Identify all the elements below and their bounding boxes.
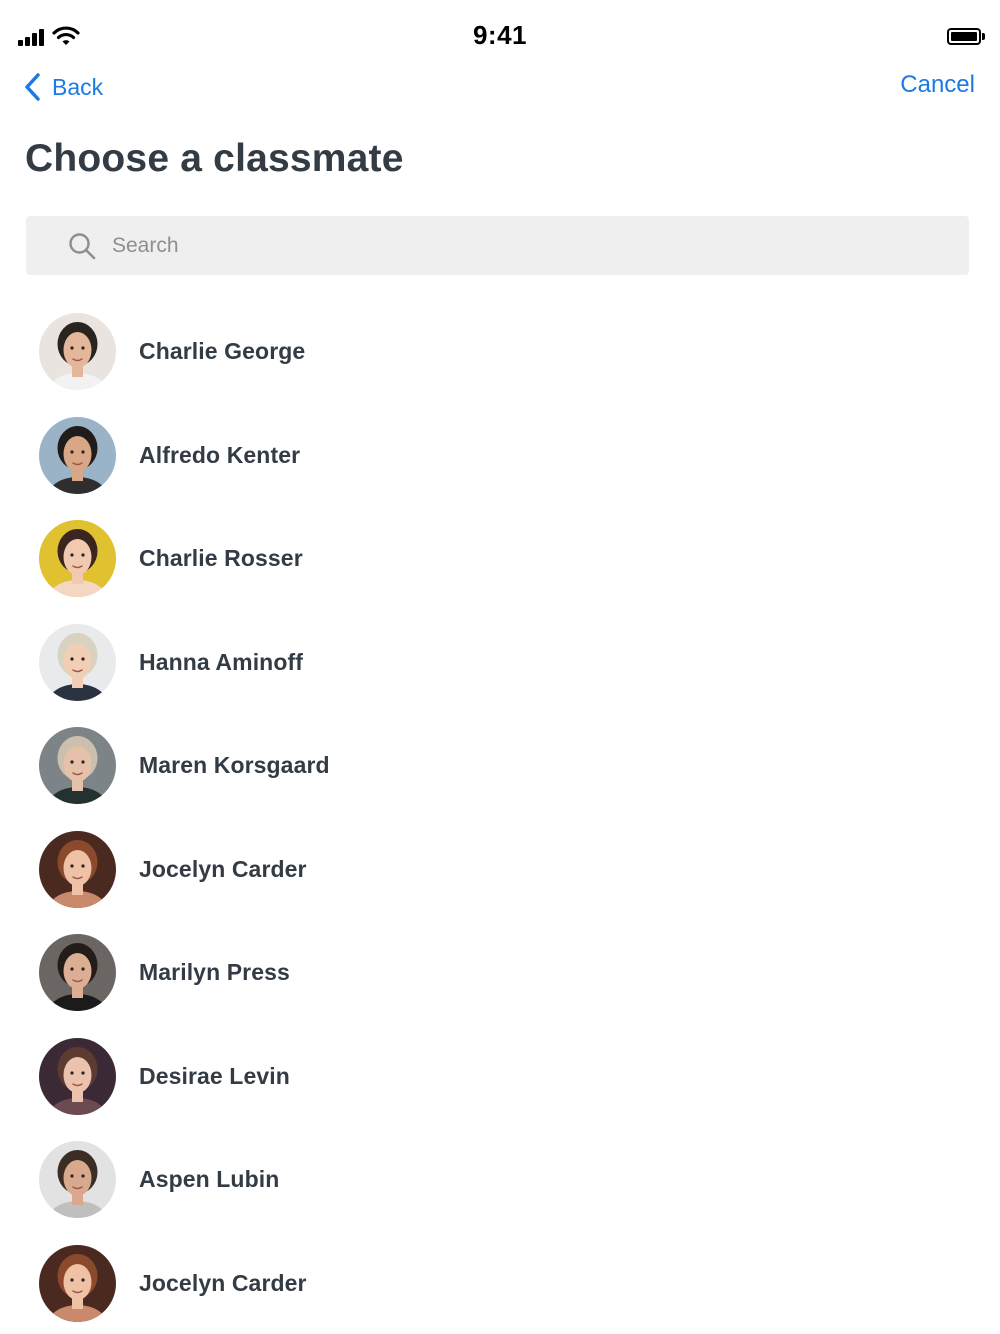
avatar [39,623,116,701]
classmate-row[interactable]: Alfredo Kenter [0,404,1000,508]
classmate-row[interactable]: Aspen Lubin [0,1128,1000,1232]
classmate-row[interactable]: Maren Korsgaard [0,714,1000,818]
classmate-name: Jocelyn Carder [139,1269,307,1296]
avatar [39,1037,116,1115]
avatar [39,416,116,494]
page-title: Choose a classmate [25,137,404,180]
back-button-label: Back [52,73,104,100]
avatar [39,1244,116,1322]
search-input[interactable] [112,216,969,275]
avatar [39,830,116,908]
battery-icon [947,28,985,45]
classmate-name: Aspen Lubin [139,1166,280,1193]
avatar [39,313,116,391]
classmate-row[interactable]: Charlie Rosser [0,507,1000,611]
classmate-row[interactable]: Hanna Aminoff [0,611,1000,715]
avatar [39,520,116,598]
classmate-row[interactable]: Marilyn Press [0,921,1000,1025]
status-bar: 9:41 [0,0,1000,72]
classmate-list: Charlie George Alfredo Kenter Charlie Ross… [0,300,1000,1334]
classmate-row[interactable]: Charlie George [0,300,1000,404]
avatar [39,727,116,805]
avatar [39,934,116,1012]
avatar [39,1141,116,1219]
classmate-name: Marilyn Press [139,959,290,986]
classmate-name: Charlie George [139,338,306,365]
classmate-picker-screen: 9:41 Back Cancel Choose a classmate Char… [0,0,1000,1334]
classmate-name: Alfredo Kenter [139,441,301,468]
search-bar[interactable] [26,216,969,275]
cancel-button[interactable]: Cancel [900,71,975,99]
status-time: 9:41 [472,20,528,50]
back-button[interactable]: Back [22,70,103,104]
classmate-name: Charlie Rosser [139,545,303,572]
chevron-left-icon [25,73,40,101]
classmate-name: Desirae Levin [139,1062,290,1089]
classmate-row[interactable]: Jocelyn Carder [0,1232,1000,1334]
classmate-name: Maren Korsgaard [139,752,330,779]
search-icon [69,232,96,259]
classmate-name: Jocelyn Carder [139,855,307,882]
classmate-name: Hanna Aminoff [139,648,303,675]
classmate-row[interactable]: Jocelyn Carder [0,818,1000,922]
classmate-row[interactable]: Desirae Levin [0,1025,1000,1129]
